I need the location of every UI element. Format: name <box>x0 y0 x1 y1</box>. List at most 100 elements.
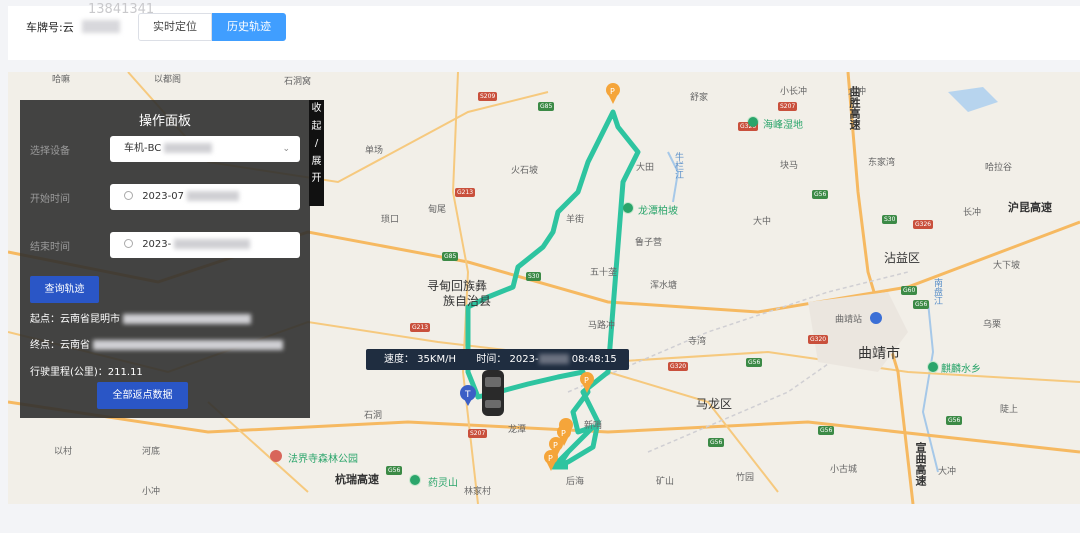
map-place-label: 河底 <box>142 447 161 457</box>
map-place-label: 单场 <box>365 146 384 156</box>
plate-number-redaction <box>82 20 120 33</box>
map-place-label: 大冲 <box>938 467 957 477</box>
map-place-label: 羊街 <box>566 215 585 225</box>
road-tag: S207 <box>468 429 488 438</box>
road-tag: G85 <box>442 252 459 261</box>
map-place-label: 宣曲高速 <box>914 442 927 486</box>
map-place-label: 哈拉谷 <box>985 163 1013 173</box>
map-place-label: 大中 <box>753 217 772 227</box>
panel-title: 操作面板 <box>138 114 191 129</box>
map-place-label: 大下坡 <box>993 261 1021 271</box>
end-point-text: 终点：云南省 <box>30 340 90 351</box>
start-time-label: 开始时间 <box>30 194 70 205</box>
road-tag: G56 <box>818 426 835 435</box>
map-place-label: 马龙区 <box>696 397 733 411</box>
map-place-label: 曲靖市 <box>858 346 900 362</box>
toggle-char: / <box>314 138 319 150</box>
toggle-char: 起 <box>311 120 322 132</box>
tab-realtime-location[interactable]: 实时定位 <box>138 13 212 41</box>
redaction <box>123 314 252 324</box>
map-place-label: 林家村 <box>464 487 492 497</box>
redaction <box>93 340 284 350</box>
time-text: 时间： 2023- <box>476 354 539 365</box>
map-place-label: 矿山 <box>656 477 675 487</box>
redaction <box>187 191 240 201</box>
mode-tab-group: 实时定位 历史轨迹 <box>138 13 286 41</box>
road-tag: G56 <box>746 358 763 367</box>
end-time-value: 2023- <box>142 239 172 250</box>
map-place-label: 沪昆高速 <box>1008 201 1052 214</box>
map-place-label: 麒麟水乡 <box>941 364 981 375</box>
toggle-char: 收 <box>311 103 322 114</box>
map-place-label: 药灵山 <box>428 478 458 489</box>
redaction <box>164 143 213 153</box>
map-place-label: 法界寺森林公园 <box>288 454 358 465</box>
road-tag: G320 <box>668 362 689 371</box>
map-place-label: 大冲 <box>848 87 867 97</box>
map-place-label: 以村 <box>54 447 73 457</box>
redaction <box>538 354 569 364</box>
map-place-label: 浑水塘 <box>650 281 678 291</box>
road-tag: S209 <box>478 92 498 101</box>
road-tag: G56 <box>913 300 930 309</box>
end-point-info: 终点：云南省 <box>30 336 284 351</box>
map-place-label: 小冲 <box>142 487 161 497</box>
start-point-info: 起点：云南省昆明市 <box>30 310 252 325</box>
map-place-label: 甸尾 <box>428 205 447 215</box>
collapse-expand-toggle[interactable]: 收 起 / 展 开 <box>309 100 324 206</box>
device-select[interactable]: 车机-BC ⌄ <box>110 136 300 162</box>
end-time-picker[interactable]: 2023- <box>110 232 300 258</box>
end-time-label: 结束时间 <box>30 242 70 253</box>
plate-number-label: 车牌号:云 <box>26 21 74 34</box>
road-tag: G56 <box>812 190 829 199</box>
map-place-label: 舒家 <box>690 93 709 103</box>
clock-icon <box>124 239 133 248</box>
chevron-down-icon: ⌄ <box>282 144 290 154</box>
query-track-button[interactable]: 查询轨迹 <box>30 276 99 303</box>
road-tag: S207 <box>778 102 798 111</box>
map-place-label: 火石坡 <box>511 166 539 176</box>
toggle-char: 展 <box>311 155 322 167</box>
road-tag: G326 <box>738 122 759 131</box>
start-point-text: 起点：云南省昆明市 <box>30 314 120 325</box>
map-place-label: 琐口 <box>381 215 400 225</box>
tab-history-track[interactable]: 历史轨迹 <box>212 13 286 41</box>
operation-panel: 操作面板 选择设备 车机-BC ⌄ 开始时间 2023-07 结束时间 2023… <box>20 100 310 418</box>
map-place-label: 陡上 <box>1000 405 1019 415</box>
all-return-data-button[interactable]: 全部返点数据 <box>97 382 188 409</box>
map-place-label: 以都阁 <box>154 75 182 85</box>
map-place-label: 长冲 <box>963 208 982 218</box>
redaction <box>174 239 251 249</box>
map-place-label: 龙潭柏坡 <box>638 206 678 217</box>
road-tag: S30 <box>526 272 542 281</box>
map-place-label: 牛栏江 <box>673 152 683 179</box>
map-place-label: 南盘江 <box>932 278 942 305</box>
map-place-label: 小古城 <box>830 465 858 475</box>
device-value: 车机-BC <box>124 143 162 154</box>
road-tag: G213 <box>410 323 431 332</box>
start-time-picker[interactable]: 2023-07 <box>110 184 300 210</box>
map-place-label: 族自治县 <box>443 294 492 308</box>
road-tag: G326 <box>913 220 934 229</box>
toggle-char: 开 <box>311 173 322 185</box>
road-tag: G56 <box>386 466 403 475</box>
map-place-label: 海峰湿地 <box>763 120 803 131</box>
clock-icon <box>124 191 133 200</box>
map-place-label: 寺湾 <box>688 337 707 347</box>
map-place-label: 东家湾 <box>868 158 896 168</box>
map-place-label: 杭瑞高速 <box>335 473 379 486</box>
map-place-label: 新哨 <box>584 421 603 431</box>
mileage-info: 行驶里程(公里)：211.11 <box>30 367 143 378</box>
map-place-label: 竹园 <box>736 473 755 483</box>
map-place-label: 五十垄 <box>590 268 618 278</box>
map-place-label: 石洞 <box>364 411 383 421</box>
map-place-label: 曲靖站 <box>835 315 863 325</box>
road-tag: G56 <box>946 416 963 425</box>
map-place-label: 石洞窝 <box>284 77 312 87</box>
map-place-label: 乌栗 <box>983 320 1002 330</box>
road-tag: G56 <box>708 438 725 447</box>
map-place-label: 后海 <box>566 477 585 487</box>
vehicle-status-tooltip: 速度： 35KM/H 时间： 2023- 08:48:15 <box>366 349 629 370</box>
road-tag: S30 <box>882 215 898 224</box>
road-tag: G60 <box>901 286 918 295</box>
